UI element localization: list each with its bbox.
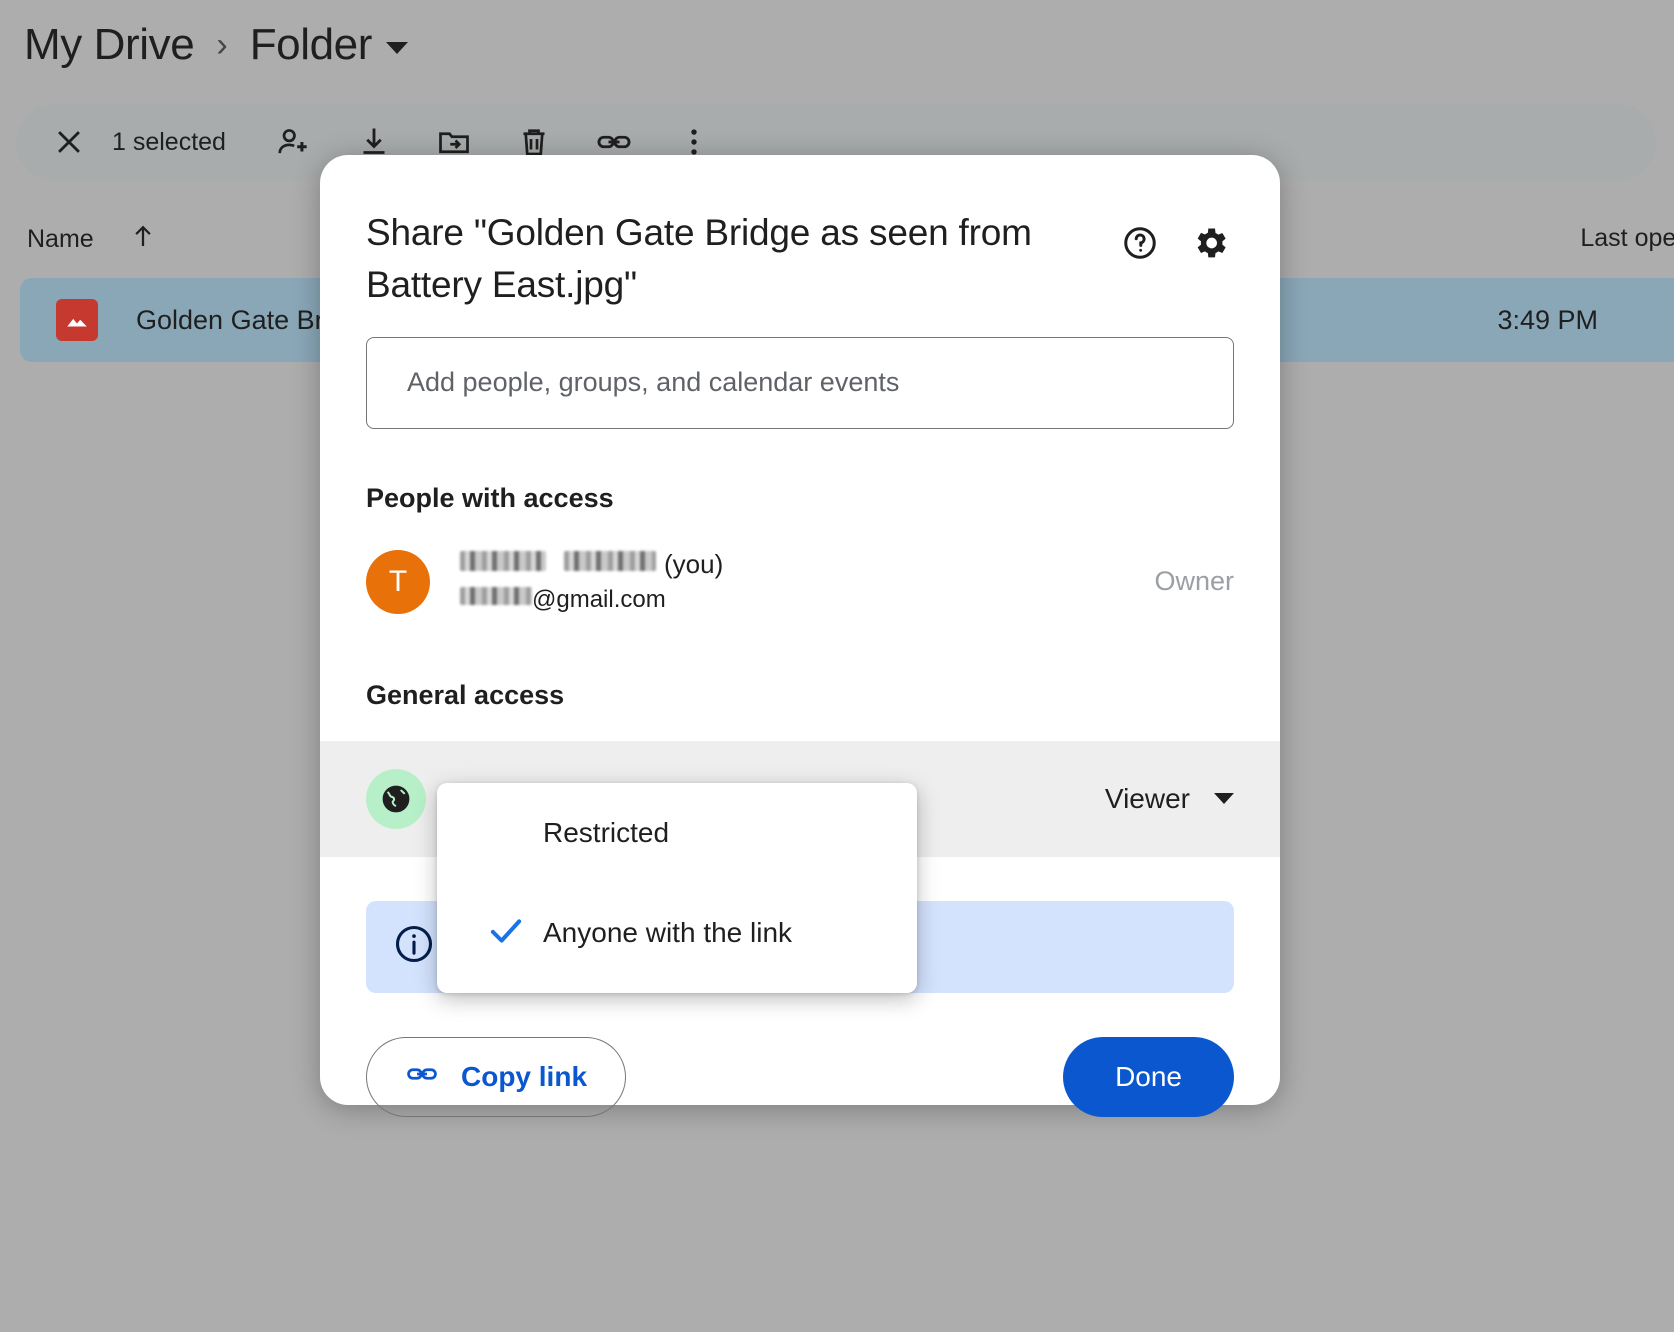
dialog-footer: Copy link Done <box>320 1037 1280 1117</box>
file-last-opened: 3:49 PM <box>1497 305 1598 336</box>
menu-item-anyone-label: Anyone with the link <box>543 917 792 949</box>
done-button[interactable]: Done <box>1063 1037 1234 1117</box>
gear-icon[interactable] <box>1184 217 1236 269</box>
redacted-email-local <box>460 587 532 605</box>
person-name-row: (you) <box>460 549 1154 580</box>
breadcrumb-folder[interactable]: Folder <box>250 20 372 70</box>
menu-item-anyone-with-the-link[interactable]: Anyone with the link <box>437 883 917 983</box>
list-item[interactable]: T (you) @gmail.com Owner <box>320 546 1280 618</box>
column-header-name-label: Name <box>27 225 94 254</box>
status-badge: Owner <box>1154 566 1234 597</box>
general-access-role-value: Viewer <box>1105 783 1190 815</box>
file-name-label: Golden Gate Bri <box>136 305 330 336</box>
image-file-icon <box>56 299 98 341</box>
menu-item-restricted[interactable]: Restricted <box>437 783 917 883</box>
menu-item-restricted-label: Restricted <box>543 817 669 849</box>
page-title: Share "Golden Gate Bridge as seen from B… <box>366 207 1114 311</box>
redacted-last-name <box>564 551 656 571</box>
column-header-name[interactable]: Name <box>27 221 158 258</box>
redacted-first-name <box>460 551 546 571</box>
arrow-up-icon[interactable] <box>128 221 158 258</box>
help-circle-icon[interactable] <box>1114 217 1166 269</box>
person-email-row: @gmail.com <box>460 586 1154 614</box>
people-with-access-heading: People with access <box>320 483 1280 514</box>
general-access-role-select[interactable]: Viewer <box>1105 783 1234 815</box>
person-details: (you) @gmail.com <box>460 549 1154 614</box>
person-add-icon[interactable] <box>264 112 324 172</box>
share-invite-input[interactable]: Add people, groups, and calendar events <box>366 337 1234 429</box>
link-icon <box>405 1057 439 1096</box>
selected-count-label: 1 selected <box>112 128 226 157</box>
breadcrumb: My Drive › Folder <box>24 10 408 80</box>
person-you-suffix: (you) <box>664 549 723 580</box>
general-access-heading: General access <box>320 680 1280 711</box>
avatar: T <box>366 550 430 614</box>
check-icon <box>485 910 543 957</box>
copy-link-button[interactable]: Copy link <box>366 1037 626 1117</box>
column-header-last-opened[interactable]: Last opened <box>1580 224 1674 253</box>
copy-link-label: Copy link <box>461 1061 587 1093</box>
chevron-down-icon[interactable] <box>386 42 408 54</box>
breadcrumb-separator: › <box>216 28 227 62</box>
info-circle-icon <box>392 922 436 971</box>
share-invite-placeholder: Add people, groups, and calendar events <box>367 367 899 398</box>
close-icon[interactable] <box>40 113 98 171</box>
general-access-dropdown-menu: Restricted Anyone with the link <box>437 783 917 993</box>
breadcrumb-my-drive[interactable]: My Drive <box>24 20 194 70</box>
dialog-header-actions <box>1114 207 1236 269</box>
chevron-down-icon[interactable] <box>1214 793 1234 804</box>
globe-icon <box>366 769 426 829</box>
person-email-domain: @gmail.com <box>532 586 666 614</box>
dialog-header: Share "Golden Gate Bridge as seen from B… <box>320 155 1280 311</box>
